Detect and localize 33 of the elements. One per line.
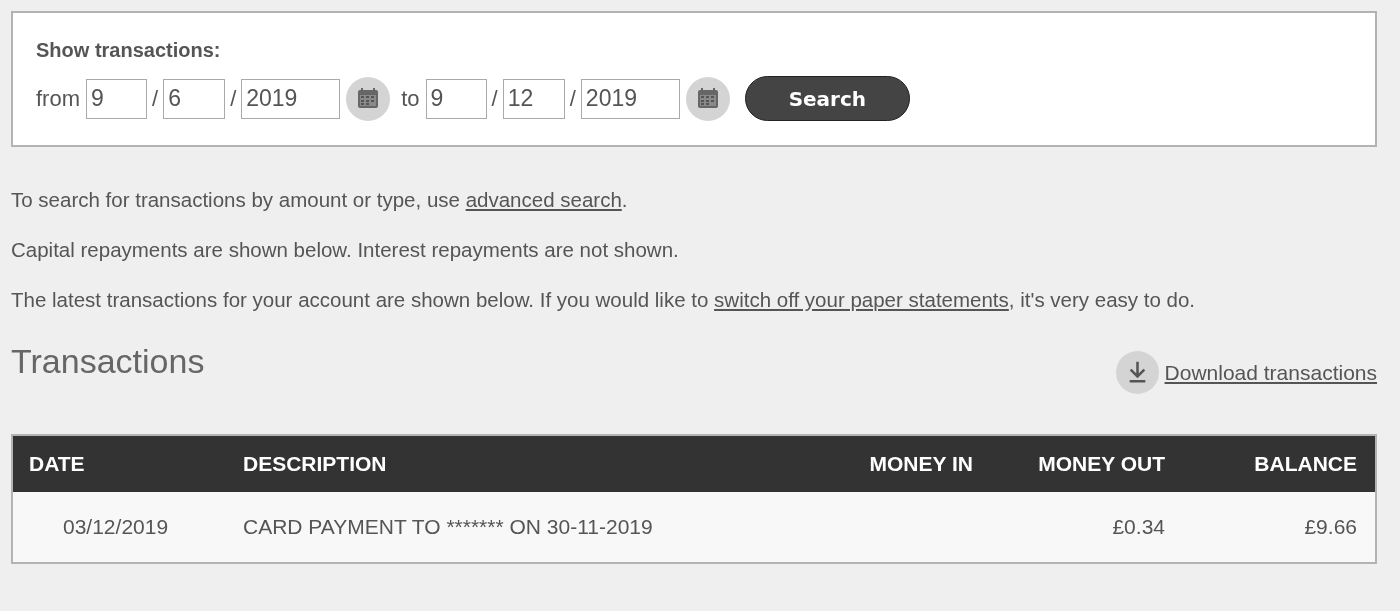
year-field[interactable]: 2019: [241, 78, 341, 119]
month-field[interactable]: 12: [502, 78, 565, 119]
year-field[interactable]: 2019: [580, 78, 680, 119]
date-separator: /: [230, 85, 237, 112]
date-label: from: [36, 85, 80, 112]
date-separator: /: [491, 85, 498, 112]
column-header: MONEY IN: [868, 452, 974, 476]
filter-title: Show transactions:: [36, 39, 222, 62]
date-separator: /: [152, 85, 159, 112]
info-text: The latest transactions for your account are shown below. If you would like to switch off your paper statements, it's very easy to do.: [11, 288, 1197, 312]
info-text: Capital repayments are shown below. Interest repayments are not shown.: [11, 238, 680, 262]
column-header: BALANCE: [1253, 452, 1358, 476]
day-field[interactable]: 9: [86, 78, 147, 119]
date-separator: /: [569, 85, 576, 112]
download-icon[interactable]: [1115, 351, 1159, 394]
search-button[interactable]: Search: [744, 76, 910, 121]
table-cell-text: 03/12/2019: [62, 515, 170, 539]
info-text: To search for transactions by amount or type, use advanced search.: [11, 188, 629, 212]
table-cell-text: £9.66: [1303, 515, 1358, 539]
calendar-icon[interactable]: [346, 76, 391, 121]
month-field[interactable]: 6: [163, 78, 226, 119]
text-link[interactable]: advanced search: [465, 188, 622, 211]
column-header: DESCRIPTION: [242, 452, 388, 476]
calendar-icon[interactable]: [685, 76, 730, 121]
column-header: MONEY OUT: [1037, 452, 1166, 476]
table-cell-text: £0.34: [1111, 515, 1166, 539]
date-label: to: [401, 85, 420, 112]
text-link[interactable]: switch off your paper statements: [714, 288, 1009, 311]
column-header: DATE: [28, 452, 86, 476]
day-field[interactable]: 9: [425, 78, 487, 119]
table-cell-text: CARD PAYMENT TO ******* ON 30-11-2019: [242, 515, 654, 539]
download-link[interactable]: Download transactions: [1164, 360, 1377, 385]
section-heading: Transactions: [11, 342, 205, 381]
